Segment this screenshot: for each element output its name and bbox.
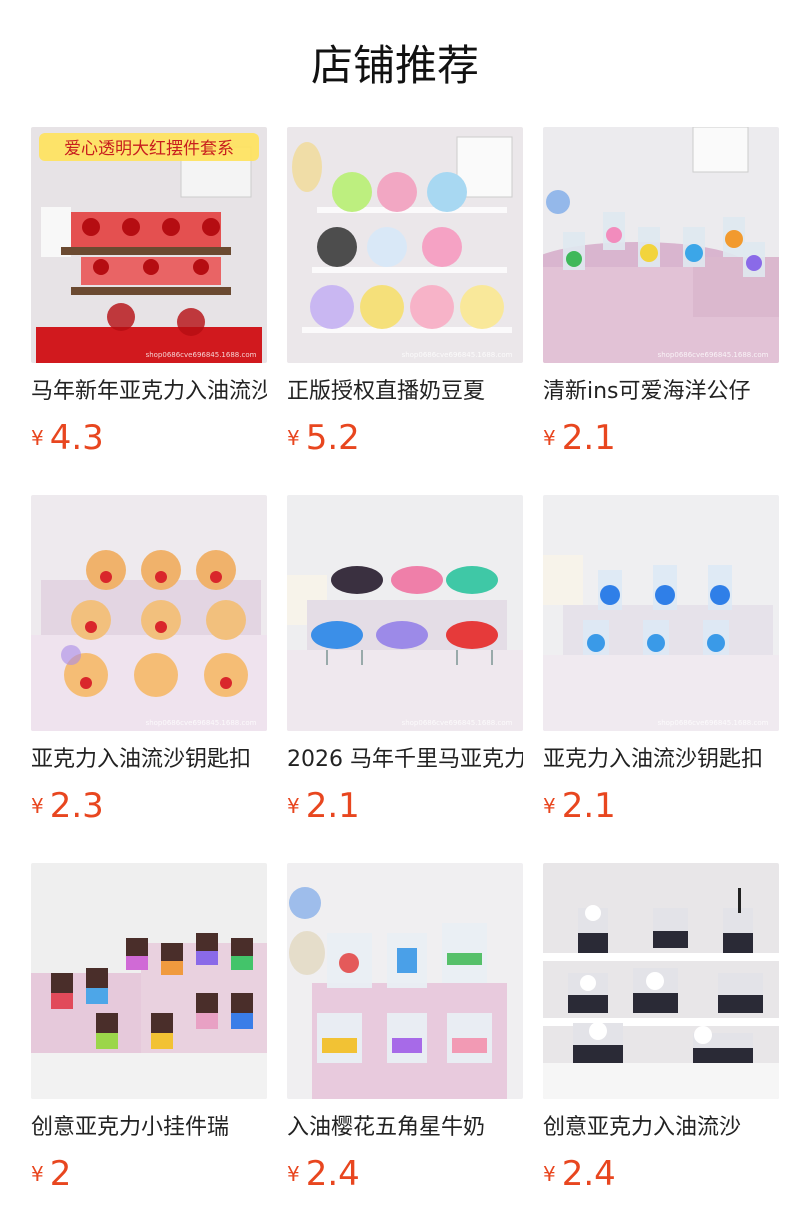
product-name[interactable]: 亚克力入油流沙钥匙扣 — [543, 744, 779, 776]
currency-symbol: ¥ — [31, 426, 44, 450]
image-watermark: shop0686cve696845.1688.com — [402, 351, 513, 359]
currency-symbol: ¥ — [543, 426, 556, 450]
image-watermark: shop0686cve696845.1688.com — [658, 719, 769, 727]
product-name[interactable]: 入油樱花五角星牛奶 — [287, 1112, 523, 1144]
product-card[interactable]: shop0686cve696845.1688.com 2026 马年千里马亚克力… — [287, 495, 523, 826]
store-recommendations-page: 店铺推荐 爱心透明大红摆件套系 shop0686cve696845.1688.c… — [0, 0, 790, 1232]
product-price: ¥2.4 — [543, 1153, 779, 1195]
currency-symbol: ¥ — [287, 426, 300, 450]
product-name[interactable]: 创意亚克力入油流沙 — [543, 1112, 779, 1144]
product-price: ¥4.3 — [31, 417, 267, 459]
product-price: ¥2.1 — [543, 785, 779, 827]
product-price: ¥2.1 — [543, 417, 779, 459]
product-card[interactable]: shop0686cve696845.1688.com 亚克力入油流沙钥匙扣 ¥2… — [31, 495, 267, 826]
image-label: 爱心透明大红摆件套系 — [64, 139, 234, 159]
currency-symbol: ¥ — [31, 794, 44, 818]
price-value: 2.1 — [305, 786, 360, 826]
image-watermark: shop0686cve696845.1688.com — [402, 719, 513, 727]
product-image[interactable]: 爱心透明大红摆件套系 shop0686cve696845.1688.com — [31, 127, 267, 363]
product-image[interactable]: shop0686cve696845.1688.com — [31, 495, 267, 731]
price-value: 2.1 — [561, 786, 616, 826]
product-image[interactable] — [31, 863, 267, 1099]
product-name[interactable]: 清新ins可爱海洋公仔 — [543, 376, 779, 408]
product-card[interactable]: shop0686cve696845.1688.com 亚克力入油流沙钥匙扣 ¥2… — [543, 495, 779, 826]
currency-symbol: ¥ — [287, 794, 300, 818]
product-name[interactable]: 马年新年亚克力入油流沙 — [31, 376, 267, 408]
product-card[interactable]: 入油樱花五角星牛奶 ¥2.4 — [287, 863, 523, 1194]
image-watermark: shop0686cve696845.1688.com — [658, 351, 769, 359]
currency-symbol: ¥ — [543, 794, 556, 818]
product-price: ¥2.1 — [287, 785, 523, 827]
product-card[interactable]: shop0686cve696845.1688.com 清新ins可爱海洋公仔 ¥… — [543, 127, 779, 458]
product-price: ¥5.2 — [287, 417, 523, 459]
price-value: 2.1 — [561, 418, 616, 458]
product-image[interactable]: shop0686cve696845.1688.com — [287, 495, 523, 731]
price-value: 2.4 — [561, 1154, 616, 1194]
product-name[interactable]: 亚克力入油流沙钥匙扣 — [31, 744, 267, 776]
product-price: ¥2.3 — [31, 785, 267, 827]
currency-symbol: ¥ — [287, 1162, 300, 1186]
product-card[interactable]: 创意亚克力入油流沙 ¥2.4 — [543, 863, 779, 1194]
product-card[interactable]: 创意亚克力小挂件瑞 ¥2 — [31, 863, 267, 1194]
product-card[interactable]: shop0686cve696845.1688.com 正版授权直播奶豆夏 ¥5.… — [287, 127, 523, 458]
image-watermark: shop0686cve696845.1688.com — [146, 719, 257, 727]
price-value: 4.3 — [49, 418, 104, 458]
page-title: 店铺推荐 — [310, 41, 479, 90]
price-value: 5.2 — [305, 418, 360, 458]
product-image[interactable]: shop0686cve696845.1688.com — [543, 495, 779, 731]
product-grid: 爱心透明大红摆件套系 shop0686cve696845.1688.com 马年… — [31, 127, 779, 1194]
price-value: 2.3 — [49, 786, 104, 826]
product-image[interactable] — [287, 863, 523, 1099]
image-watermark: shop0686cve696845.1688.com — [146, 351, 257, 359]
product-image[interactable]: shop0686cve696845.1688.com — [543, 127, 779, 363]
product-card[interactable]: 爱心透明大红摆件套系 shop0686cve696845.1688.com 马年… — [31, 127, 267, 458]
price-value: 2 — [49, 1154, 72, 1194]
product-price: ¥2 — [31, 1153, 267, 1195]
product-image[interactable]: shop0686cve696845.1688.com — [287, 127, 523, 363]
product-name[interactable]: 2026 马年千里马亚克力 — [287, 744, 523, 776]
product-name[interactable]: 正版授权直播奶豆夏 — [287, 376, 523, 408]
product-price: ¥2.4 — [287, 1153, 523, 1195]
currency-symbol: ¥ — [543, 1162, 556, 1186]
currency-symbol: ¥ — [31, 1162, 44, 1186]
product-image[interactable] — [543, 863, 779, 1099]
product-name[interactable]: 创意亚克力小挂件瑞 — [31, 1112, 267, 1144]
price-value: 2.4 — [305, 1154, 360, 1194]
